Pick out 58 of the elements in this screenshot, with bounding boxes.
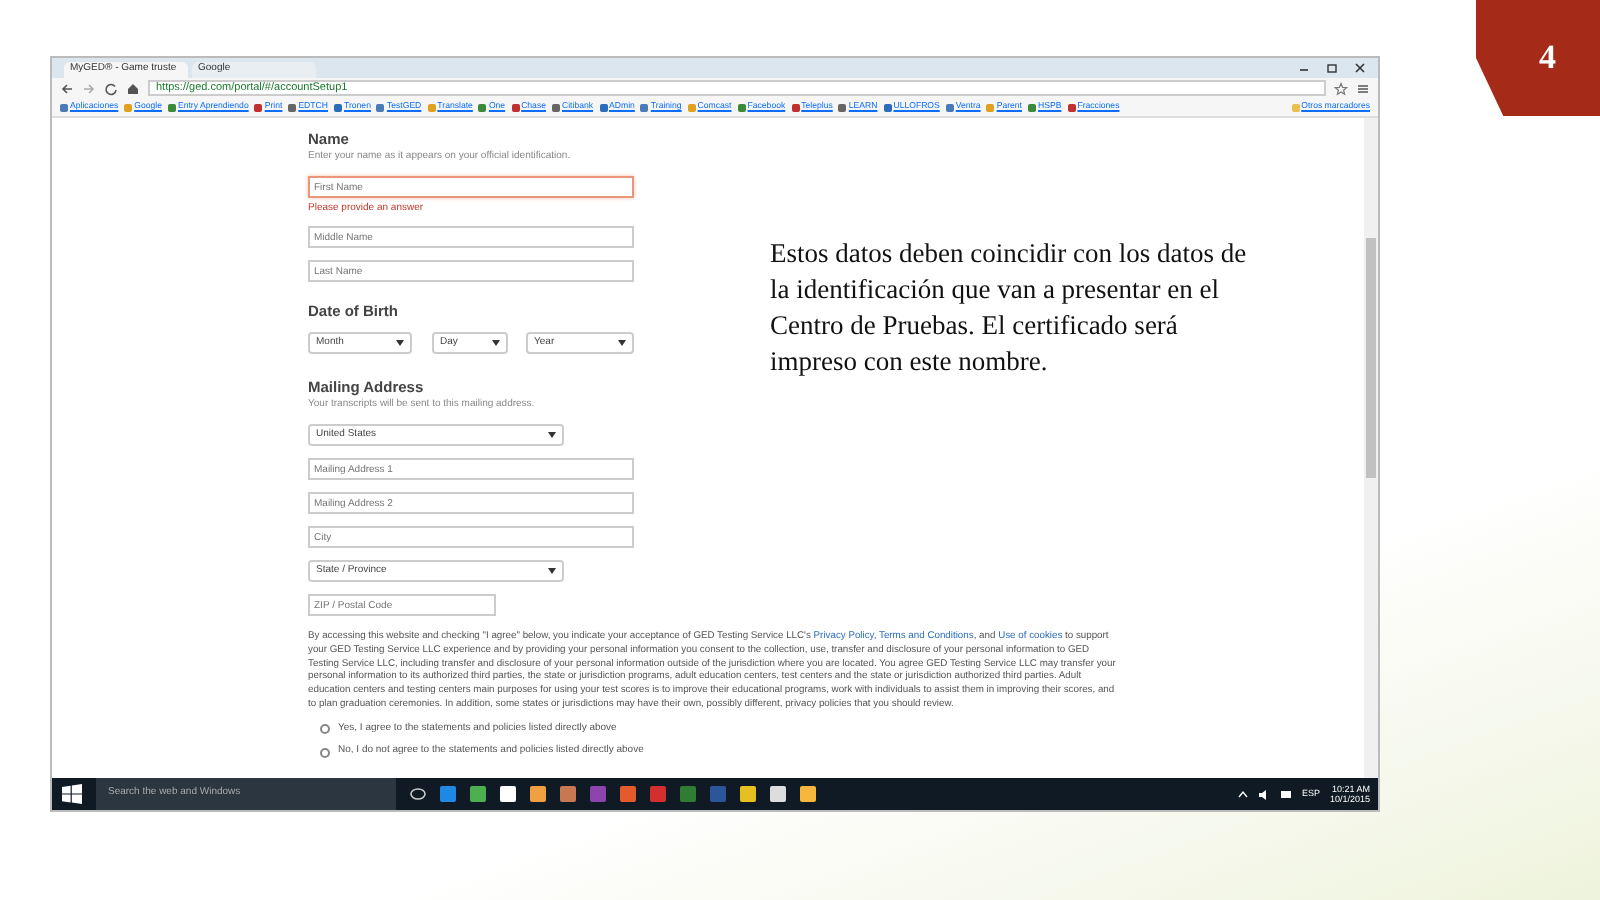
app-tile-icon[interactable] xyxy=(500,786,516,802)
windows-logo-icon[interactable] xyxy=(62,784,82,804)
bookmark-icon xyxy=(883,103,892,111)
radio-button[interactable] xyxy=(320,724,330,735)
radio-button[interactable] xyxy=(320,747,330,758)
caret-icon xyxy=(618,340,626,346)
bookmark-icon xyxy=(376,103,385,111)
slide-text: Estos datos deben coincidir con los datos de la identificación que van a presentar en el Centro de Pruebas. El certificado será impreso con este nombre. xyxy=(770,236,1249,380)
volume-icon[interactable] xyxy=(1257,789,1270,799)
bookmark-icon xyxy=(511,103,520,111)
close-icon[interactable] xyxy=(1354,62,1366,74)
app-tile-icon[interactable] xyxy=(800,786,816,802)
bookmark-icon xyxy=(334,103,342,111)
restore-icon[interactable] xyxy=(1326,62,1338,74)
bookmark-icon xyxy=(640,103,649,111)
app-tile-icon[interactable] xyxy=(740,786,756,802)
bookmark-icon xyxy=(687,103,696,111)
bookmark-icon xyxy=(1028,103,1036,111)
bookmark-icon xyxy=(254,103,263,111)
bookmark-icon xyxy=(1067,103,1076,111)
star-icon[interactable] xyxy=(1334,81,1348,95)
back-icon[interactable] xyxy=(60,81,74,95)
bookmark-icon xyxy=(945,103,954,111)
bookmark-icon xyxy=(599,103,608,111)
bookmark-icon xyxy=(167,103,176,111)
app-tile-icon[interactable] xyxy=(440,786,456,802)
chevron-up-icon[interactable] xyxy=(1237,790,1248,798)
app-tile-icon[interactable] xyxy=(590,786,606,802)
task-view-icon[interactable] xyxy=(410,786,426,802)
bookmark-icon xyxy=(551,103,560,111)
bookmark-icon xyxy=(478,103,487,111)
caret-icon xyxy=(492,340,500,346)
bookmark-icon xyxy=(838,103,847,111)
bookmark-icon xyxy=(427,103,436,111)
app-tile-icon[interactable] xyxy=(650,786,666,802)
forward-icon[interactable] xyxy=(82,81,96,95)
caret-icon xyxy=(548,568,556,574)
app-tile-icon[interactable] xyxy=(680,786,696,802)
bookmark-icon xyxy=(986,103,995,111)
caret-icon xyxy=(396,340,404,346)
scrollbar-thumb[interactable] xyxy=(1366,238,1376,478)
menu-icon[interactable] xyxy=(1356,81,1370,95)
bookmark-icon xyxy=(124,103,133,111)
bookmark-icon xyxy=(60,103,68,111)
app-tile-icon[interactable] xyxy=(620,786,636,802)
app-tile-icon[interactable] xyxy=(560,786,576,802)
app-tile-icon[interactable] xyxy=(470,786,486,802)
app-tile-icon[interactable] xyxy=(710,786,726,802)
reload-icon[interactable] xyxy=(104,81,118,95)
message-icon[interactable] xyxy=(1279,789,1292,799)
slide-number: 4 xyxy=(1476,0,1600,116)
bookmark-icon xyxy=(288,103,297,111)
app-tile-icon[interactable] xyxy=(530,786,546,802)
caret-icon xyxy=(548,432,556,438)
app-tile-icon[interactable] xyxy=(770,786,786,802)
bookmark-icon xyxy=(791,103,800,111)
folder-icon xyxy=(1291,103,1300,111)
bookmark-icon xyxy=(737,103,746,111)
